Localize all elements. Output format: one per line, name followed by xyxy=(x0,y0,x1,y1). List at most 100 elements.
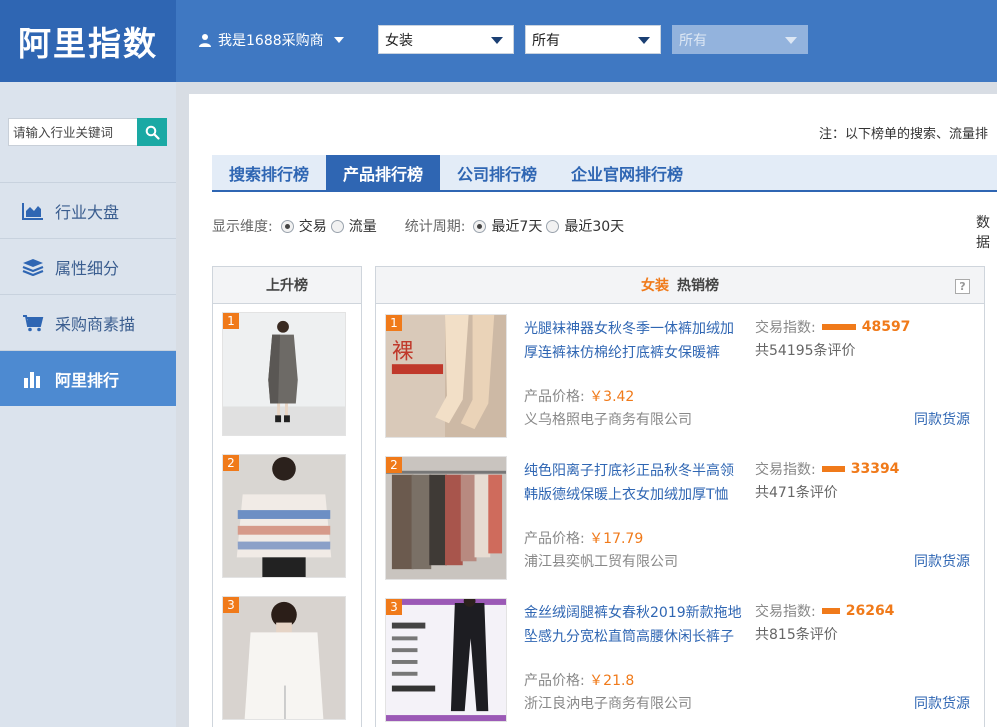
rise-item[interactable]: 2 xyxy=(222,454,346,578)
product-thumbnail xyxy=(223,313,345,435)
hot-list-title: 热销榜 xyxy=(677,278,719,294)
sidebar-item-label: 阿里排行 xyxy=(55,370,120,390)
index-label: 交易指数: xyxy=(755,320,816,336)
product-title-link[interactable]: 光腿袜神器女秋冬季一体裤加绒加厚连裤袜仿棉纶打底裤女保暖裤 xyxy=(524,317,744,365)
index-bar xyxy=(821,466,845,472)
radio-unchecked-icon xyxy=(330,219,344,233)
sidebar-item-label: 采购商素描 xyxy=(55,314,136,334)
tab-website-ranking[interactable]: 企业官网排行榜 xyxy=(554,155,700,190)
same-source-link[interactable]: 同款货源 xyxy=(914,409,970,429)
industry-search-input[interactable] xyxy=(8,118,137,146)
rise-item[interactable]: 3 xyxy=(222,596,346,720)
rise-list-title: 上升榜 xyxy=(213,267,361,304)
index-value: 26264 xyxy=(845,603,895,619)
price-label: 产品价格: xyxy=(524,673,585,689)
rank-badge: 3 xyxy=(223,597,239,613)
product-thumbnail xyxy=(223,597,345,719)
rank-badge: 2 xyxy=(386,457,402,473)
hot-list-item: 2 纯色阳离子打底衫正品秋冬半高领韩版德绒保暖上衣女加绒加厚T恤 产品价格: ￥… xyxy=(376,451,984,593)
trade-index: 交易指数: 26264 xyxy=(755,601,894,621)
company-name: 义乌格照电子商务有限公司 xyxy=(524,412,692,428)
sidebar-item-label: 属性细分 xyxy=(55,258,120,278)
search-button[interactable] xyxy=(137,118,167,146)
rank-badge: 2 xyxy=(223,455,239,471)
review-count: 共54195条评价 xyxy=(755,343,856,359)
radio-label: 流量 xyxy=(348,219,377,235)
product-title-link[interactable]: 纯色阳离子打底衫正品秋冬半高领韩版德绒保暖上衣女加绒加厚T恤 xyxy=(524,459,744,507)
subcategory-select-value: 所有 xyxy=(532,32,560,49)
chevron-down-icon xyxy=(333,37,344,43)
review-count: 共815条评价 xyxy=(755,627,838,643)
third-category-select: 所有 xyxy=(672,25,808,54)
radio-label: 最近7天 xyxy=(491,219,543,235)
radio-checked-icon xyxy=(280,219,294,233)
price-label: 产品价格: xyxy=(524,389,585,405)
top-bar: 阿里指数 我是1688采购商 女装 所有 所有 xyxy=(0,0,997,82)
price-label: 产品价格: xyxy=(524,531,585,547)
logo[interactable]: 阿里指数 xyxy=(0,0,176,82)
radio-checked-icon xyxy=(473,219,487,233)
hot-list-header: 女装 热销榜 ? xyxy=(376,267,984,304)
cart-icon xyxy=(22,313,44,333)
sidebar-item-ali-ranking[interactable]: 阿里排行 xyxy=(0,350,176,406)
rise-list-panel: 上升榜 1 2 3 xyxy=(212,266,362,727)
category-select[interactable]: 女装 xyxy=(378,25,514,54)
third-category-select-value: 所有 xyxy=(679,32,707,49)
product-thumbnail-link[interactable]: 3 xyxy=(385,595,507,722)
sidebar-item-buyer-profile[interactable]: 采购商素描 xyxy=(0,294,176,350)
bar-chart-icon xyxy=(22,369,44,389)
product-title-link[interactable]: 金丝绒阔腿裤女春秋2019新款拖地坠感九分宽松直筒高腰休闲长裤子 xyxy=(524,601,744,649)
radio-trade[interactable]: 交易 xyxy=(280,216,327,236)
filter-bar: 显示维度: 交易 流量 统计周期: 最近7天 最近30天 xyxy=(212,216,628,236)
chart-area-icon xyxy=(22,201,44,221)
help-icon[interactable]: ? xyxy=(955,279,970,294)
product-thumbnail-link[interactable]: 1 裸 xyxy=(385,314,507,438)
user-menu[interactable]: 我是1688采购商 xyxy=(198,30,344,50)
trade-index: 交易指数: 48597 xyxy=(755,317,910,337)
hot-list-item: 3 金丝绒阔腿裤女春秋2019新款拖地坠感九分宽松直筒高腰休闲长裤子 产品价格:… xyxy=(376,593,984,727)
sidebar-item-attribute-breakdown[interactable]: 属性细分 xyxy=(0,238,176,294)
radio-label: 最近30天 xyxy=(564,219,625,235)
index-value: 48597 xyxy=(861,319,911,335)
tab-product-ranking[interactable]: 产品排行榜 xyxy=(326,155,441,190)
index-label: 交易指数: xyxy=(755,604,816,620)
tab-search-ranking[interactable]: 搜索排行榜 xyxy=(212,155,326,190)
hot-list-panel: 女装 热销榜 ? 1 裸 光腿袜神器女秋冬季一体裤加绒加厚连裤袜仿棉纶打底裤女保… xyxy=(375,266,985,727)
data-label: 数据 xyxy=(976,215,990,251)
radio-last-30-days[interactable]: 最近30天 xyxy=(546,216,624,236)
tab-company-ranking[interactable]: 公司排行榜 xyxy=(440,155,554,190)
radio-traffic[interactable]: 流量 xyxy=(330,216,377,236)
ranking-tabs: 搜索排行榜 产品排行榜 公司排行榜 企业官网排行榜 xyxy=(212,155,997,192)
rise-item[interactable]: 1 xyxy=(222,312,346,436)
sidebar: 行业大盘 属性细分 采购商素描 阿里排行 xyxy=(0,82,176,727)
same-source-link[interactable]: 同款货源 xyxy=(914,693,970,713)
dimension-label: 显示维度: xyxy=(212,219,273,235)
hot-list-category: 女装 xyxy=(641,278,669,294)
product-price: 产品价格: ￥17.79 xyxy=(524,528,643,548)
product-thumbnail-link[interactable]: 2 xyxy=(385,456,507,580)
svg-text:裸: 裸 xyxy=(392,339,414,364)
radio-unchecked-icon xyxy=(546,219,560,233)
sidebar-item-label: 行业大盘 xyxy=(55,202,120,222)
index-value: 33394 xyxy=(850,461,900,477)
price-value: ￥3.42 xyxy=(589,389,635,405)
same-source-link[interactable]: 同款货源 xyxy=(914,551,970,571)
radio-last-7-days[interactable]: 最近7天 xyxy=(473,216,542,236)
index-bar xyxy=(821,324,856,330)
chevron-down-icon xyxy=(491,37,503,44)
industry-search xyxy=(8,118,167,146)
product-price: 产品价格: ￥21.8 xyxy=(524,670,634,690)
index-label: 交易指数: xyxy=(755,462,816,478)
hot-list-item: 1 裸 光腿袜神器女秋冬季一体裤加绒加厚连裤袜仿棉纶打底裤女保暖裤 产品价格: … xyxy=(376,309,984,451)
product-thumbnail xyxy=(386,457,506,579)
sidebar-item-industry-overview[interactable]: 行业大盘 xyxy=(0,182,176,238)
rank-badge: 1 xyxy=(223,313,239,329)
chevron-down-icon xyxy=(638,37,650,44)
search-icon xyxy=(145,125,160,140)
price-value: ￥17.79 xyxy=(589,531,644,547)
rank-badge: 1 xyxy=(386,315,402,331)
rank-badge: 3 xyxy=(386,599,402,615)
subcategory-select[interactable]: 所有 xyxy=(525,25,661,54)
category-select-value: 女装 xyxy=(385,32,413,49)
price-value: ￥21.8 xyxy=(589,673,635,689)
